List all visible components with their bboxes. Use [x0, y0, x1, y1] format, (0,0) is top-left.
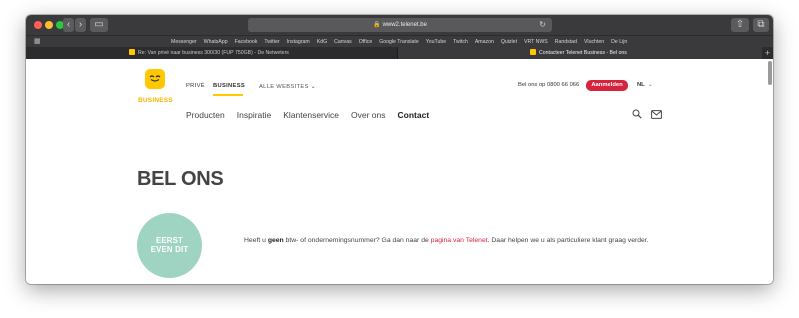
grid-icon[interactable]: ▦: [34, 38, 41, 46]
search-icon[interactable]: [632, 109, 642, 119]
info-bold: geen: [267, 237, 284, 244]
tab-title: Contacteer Telenet Business - Bel ons: [539, 50, 627, 56]
browser-window: ‹ › ▭ 🔒 www2.telenet.be ↻ ⇧ ⧉ ▦ Messenger…: [26, 15, 773, 284]
tab-telenet-business[interactable]: Contacteer Telenet Business - Bel ons: [398, 47, 762, 59]
reload-icon[interactable]: ↻: [539, 18, 546, 32]
minimize-window-button[interactable]: [45, 21, 53, 29]
first-this-badge: EERST EVEN DIT: [137, 213, 202, 278]
topnav-business-link[interactable]: BUSINESS: [213, 83, 245, 89]
new-tab-button[interactable]: +: [762, 47, 773, 59]
login-button[interactable]: Aanmelden: [586, 80, 628, 91]
language-label: NL: [637, 82, 645, 88]
share-button[interactable]: ⇧: [731, 18, 749, 32]
info-text-3: . Daar helpen we u als particuliere klan…: [487, 237, 649, 244]
address-bar[interactable]: 🔒 www2.telenet.be ↻: [248, 18, 552, 32]
logo-mark-icon: [145, 69, 165, 89]
mail-icon[interactable]: [651, 110, 662, 119]
title-bar: ‹ › ▭ 🔒 www2.telenet.be ↻ ⇧ ⧉: [26, 15, 773, 35]
back-button[interactable]: ‹: [63, 18, 74, 32]
call-us-text: Bel ons op 0800 66 066: [518, 82, 580, 88]
close-window-button[interactable]: [34, 21, 42, 29]
badge-line-1: EERST: [156, 236, 183, 245]
mainnav-item-over-ons[interactable]: Over ons: [351, 110, 386, 120]
info-text-1: Heeft u: [244, 237, 268, 244]
sidebar-toggle-button[interactable]: ▭: [90, 18, 108, 32]
language-selector[interactable]: NL ⌄: [637, 82, 653, 88]
forward-button[interactable]: ›: [75, 18, 86, 32]
mainnav-item-inspiratie[interactable]: Inspiratie: [237, 110, 272, 120]
tab-title: Re: Van privé naar business 300/30 (FUP …: [138, 50, 289, 56]
mainnav-item-klantenservice[interactable]: Klantenservice: [283, 110, 339, 120]
active-underline: [213, 94, 243, 96]
page-title: BEL ONS: [137, 168, 224, 190]
mainnav-item-contact[interactable]: Contact: [398, 110, 430, 120]
all-websites-label: ALLE WEBSITES: [259, 84, 309, 90]
lock-icon: 🔒: [373, 22, 381, 28]
scrollbar[interactable]: [768, 61, 772, 85]
badge-line-2: EVEN DIT: [150, 245, 189, 254]
tab-netweters[interactable]: Re: Van privé naar business 300/30 (FUP …: [26, 47, 398, 59]
telenet-page-link[interactable]: pagina van Telenet: [431, 237, 488, 244]
main-navigation: Producten Inspiratie Klantenservice Over on…: [186, 110, 429, 120]
chevron-down-icon: ⌄: [310, 84, 316, 90]
tab-bar: Re: Van privé naar business 300/30 (FUP …: [26, 47, 773, 59]
logo-wordmark: BUSINESS: [138, 97, 173, 104]
telenet-business-logo[interactable]: BUSINESS: [138, 69, 173, 109]
web-page: BUSINESS PRIVÉ BUSINESS ALLE WEBSITES ⌄ B…: [26, 59, 773, 284]
tab-overview-button[interactable]: ⧉: [753, 18, 769, 32]
all-websites-dropdown[interactable]: ALLE WEBSITES ⌄: [259, 83, 316, 90]
address-text: www2.telenet.be: [382, 22, 427, 28]
topnav-prive-link[interactable]: PRIVÉ: [186, 83, 205, 89]
telenet-favicon-icon: [530, 48, 536, 55]
badge-text: EERST EVEN DIT: [137, 236, 202, 254]
info-text-2: btw- of ondernemingsnummer? Ga dan naar …: [283, 237, 431, 244]
telenet-favicon-icon: [129, 48, 135, 55]
mainnav-item-producten[interactable]: Producten: [186, 110, 225, 120]
info-paragraph: Heeft u geen btw- of ondernemingsnummer?…: [244, 235, 654, 247]
chevron-down-icon: ⌄: [647, 82, 653, 88]
